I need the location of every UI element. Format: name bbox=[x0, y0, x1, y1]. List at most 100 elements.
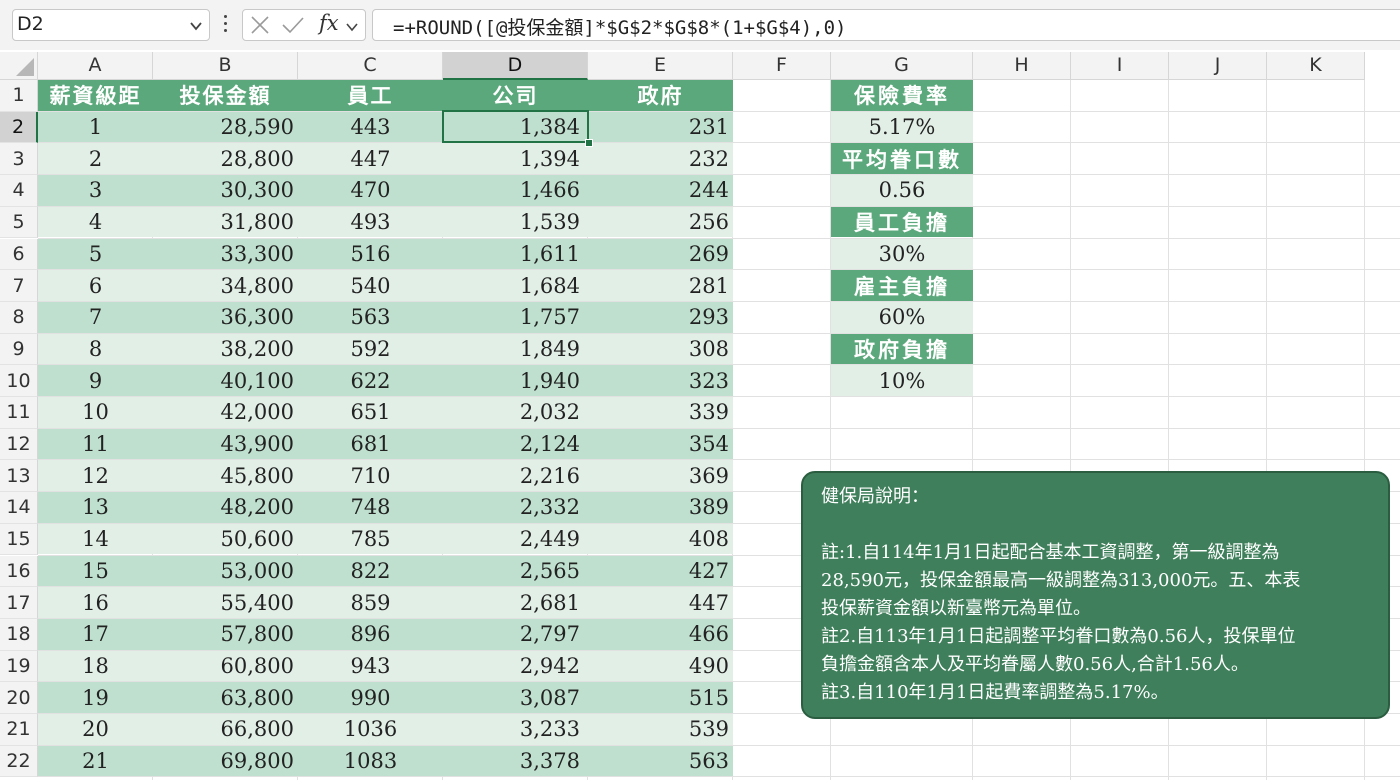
more-options-icon[interactable] bbox=[224, 15, 228, 35]
table-cell[interactable]: 447 bbox=[298, 143, 443, 175]
table-cell[interactable]: 17 bbox=[38, 618, 153, 650]
table-cell[interactable]: 244 bbox=[588, 175, 733, 206]
table-cell[interactable]: 1,611 bbox=[443, 238, 588, 270]
table-cell[interactable]: 45,800 bbox=[153, 460, 298, 492]
table-cell[interactable]: 592 bbox=[298, 333, 443, 365]
table-cell[interactable]: 516 bbox=[298, 238, 443, 270]
table-cell[interactable]: 19 bbox=[38, 682, 153, 713]
row-header-8[interactable]: 8 bbox=[0, 301, 38, 334]
table-cell[interactable]: 943 bbox=[298, 650, 443, 682]
row-header-1[interactable]: 1 bbox=[0, 80, 38, 112]
row-header-19[interactable]: 19 bbox=[0, 650, 38, 683]
table-cell[interactable]: 2,449 bbox=[443, 523, 588, 555]
row-header-2[interactable]: 2 bbox=[0, 111, 38, 144]
table-cell[interactable]: 57,800 bbox=[153, 618, 298, 650]
table-header-cell[interactable]: 政府 bbox=[588, 80, 733, 111]
table-cell[interactable]: 42,000 bbox=[153, 397, 298, 428]
table-cell[interactable]: 3,233 bbox=[443, 714, 588, 745]
column-header-g[interactable]: G bbox=[831, 52, 973, 80]
column-header-k[interactable]: K bbox=[1267, 52, 1365, 80]
table-cell[interactable]: 9 bbox=[38, 365, 153, 396]
formula-input[interactable]: =+ROUND([@投保金額]*$G$2*$G$8*(1+$G$4),0) bbox=[372, 9, 1400, 41]
table-cell[interactable]: 31,800 bbox=[153, 206, 298, 238]
row-header-18[interactable]: 18 bbox=[0, 618, 38, 651]
column-header-f[interactable]: F bbox=[733, 52, 831, 80]
row-header-10[interactable]: 10 bbox=[0, 365, 38, 397]
row-header-9[interactable]: 9 bbox=[0, 333, 38, 366]
table-cell[interactable]: 13 bbox=[38, 492, 153, 523]
table-cell[interactable]: 14 bbox=[38, 523, 153, 555]
table-cell[interactable]: 48,200 bbox=[153, 492, 298, 523]
table-cell[interactable]: 20 bbox=[38, 714, 153, 745]
table-cell[interactable]: 859 bbox=[298, 587, 443, 618]
table-cell[interactable]: 710 bbox=[298, 460, 443, 492]
table-cell[interactable]: 66,800 bbox=[153, 714, 298, 745]
table-cell[interactable]: 1,757 bbox=[443, 301, 588, 333]
param-value[interactable]: 0.56 bbox=[831, 175, 973, 206]
row-header-12[interactable]: 12 bbox=[0, 428, 38, 461]
table-header-cell[interactable]: 員工 bbox=[298, 80, 443, 111]
table-cell[interactable]: 389 bbox=[588, 492, 733, 523]
table-cell[interactable]: 269 bbox=[588, 238, 733, 270]
param-label[interactable]: 政府負擔 bbox=[831, 333, 973, 365]
table-cell[interactable]: 2,681 bbox=[443, 587, 588, 618]
column-header-c[interactable]: C bbox=[298, 52, 443, 80]
table-cell[interactable]: 1,684 bbox=[443, 270, 588, 301]
table-cell[interactable]: 7 bbox=[38, 301, 153, 333]
column-header-d[interactable]: D bbox=[443, 52, 588, 80]
table-cell[interactable]: 38,200 bbox=[153, 333, 298, 365]
table-cell[interactable]: 2,032 bbox=[443, 397, 588, 428]
param-value[interactable]: 30% bbox=[831, 238, 973, 270]
table-cell[interactable]: 256 bbox=[588, 206, 733, 238]
fill-handle[interactable] bbox=[585, 139, 593, 147]
table-cell[interactable]: 470 bbox=[298, 175, 443, 206]
table-cell[interactable]: 281 bbox=[588, 270, 733, 301]
table-header-cell[interactable]: 投保金額 bbox=[153, 80, 298, 111]
table-cell[interactable]: 16 bbox=[38, 587, 153, 618]
table-cell[interactable]: 5 bbox=[38, 238, 153, 270]
table-cell[interactable]: 563 bbox=[588, 745, 733, 777]
table-cell[interactable]: 681 bbox=[298, 428, 443, 460]
table-cell[interactable]: 1,849 bbox=[443, 333, 588, 365]
table-cell[interactable]: 63,800 bbox=[153, 682, 298, 713]
table-cell[interactable]: 28,590 bbox=[153, 111, 298, 143]
row-header-4[interactable]: 4 bbox=[0, 175, 38, 207]
table-cell[interactable]: 34,800 bbox=[153, 270, 298, 301]
note-box[interactable]: 健保局說明： 註:1.自114年1月1日起配合基本工資調整，第一級調整為 28,5… bbox=[801, 471, 1390, 719]
table-cell[interactable]: 50,600 bbox=[153, 523, 298, 555]
table-cell[interactable]: 8 bbox=[38, 333, 153, 365]
row-header-11[interactable]: 11 bbox=[0, 397, 38, 429]
table-cell[interactable]: 308 bbox=[588, 333, 733, 365]
column-header-i[interactable]: I bbox=[1071, 52, 1169, 80]
table-cell[interactable]: 231 bbox=[588, 111, 733, 143]
table-cell[interactable]: 1,940 bbox=[443, 365, 588, 396]
table-cell[interactable]: 563 bbox=[298, 301, 443, 333]
row-header-17[interactable]: 17 bbox=[0, 587, 38, 619]
column-header-a[interactable]: A bbox=[38, 52, 153, 80]
table-cell[interactable]: 10 bbox=[38, 397, 153, 428]
table-cell[interactable]: 2,332 bbox=[443, 492, 588, 523]
enter-icon[interactable] bbox=[281, 13, 305, 41]
row-header-13[interactable]: 13 bbox=[0, 460, 38, 493]
table-cell[interactable]: 539 bbox=[588, 714, 733, 745]
table-cell[interactable]: 28,800 bbox=[153, 143, 298, 175]
table-cell[interactable]: 2 bbox=[38, 143, 153, 175]
column-header-e[interactable]: E bbox=[588, 52, 733, 80]
table-cell[interactable]: 232 bbox=[588, 143, 733, 175]
table-cell[interactable]: 443 bbox=[298, 111, 443, 143]
table-cell[interactable]: 822 bbox=[298, 555, 443, 587]
cancel-icon[interactable] bbox=[249, 13, 271, 41]
table-cell[interactable]: 785 bbox=[298, 523, 443, 555]
table-cell[interactable]: 622 bbox=[298, 365, 443, 396]
chevron-down-icon[interactable] bbox=[345, 19, 359, 38]
param-label[interactable]: 保險費率 bbox=[831, 80, 973, 111]
table-cell[interactable]: 3,378 bbox=[443, 745, 588, 777]
chevron-down-icon[interactable] bbox=[189, 18, 203, 37]
row-header-6[interactable]: 6 bbox=[0, 238, 38, 271]
column-header-j[interactable]: J bbox=[1169, 52, 1267, 80]
param-value[interactable]: 5.17% bbox=[831, 111, 973, 143]
table-cell[interactable]: 6 bbox=[38, 270, 153, 301]
table-cell[interactable]: 651 bbox=[298, 397, 443, 428]
table-cell[interactable]: 1,394 bbox=[443, 143, 588, 175]
table-cell[interactable]: 447 bbox=[588, 587, 733, 618]
